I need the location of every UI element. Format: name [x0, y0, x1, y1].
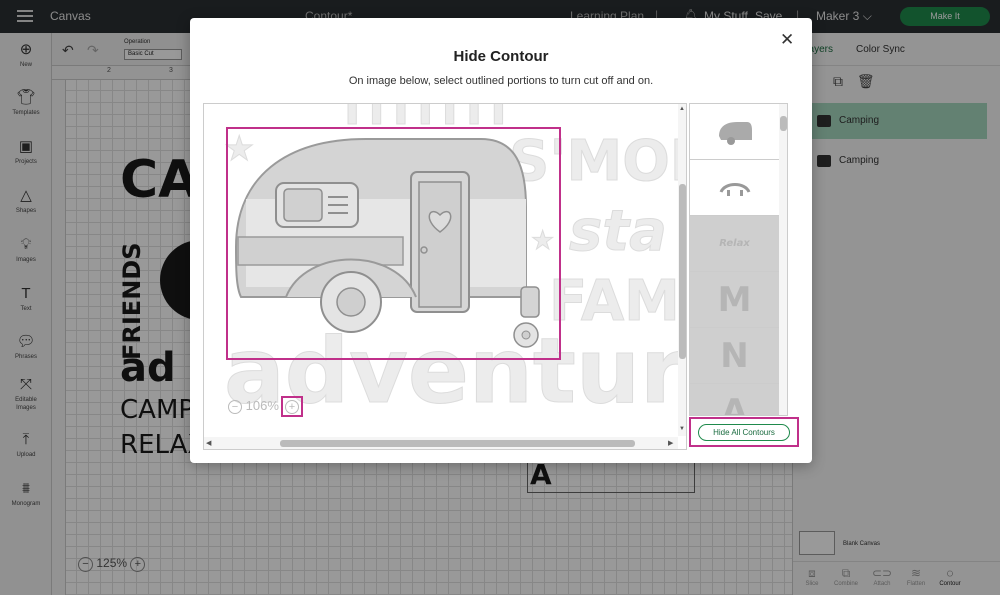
scroll-left-icon[interactable]: ◀ [206, 439, 211, 447]
preview-vertical-scrollbar[interactable]: ▲ ▼ [678, 104, 686, 436]
contour-preview[interactable]: S'MOR sta FAMI adventure ★ ★ IIIIIII [203, 103, 687, 450]
contour-thumbnail[interactable] [690, 104, 779, 160]
scroll-thumb[interactable] [280, 440, 635, 447]
wheel-icon [719, 183, 750, 196]
zoom-in-button[interactable]: + [281, 396, 303, 417]
contour-thumbnail[interactable]: N [690, 328, 779, 384]
scroll-thumb[interactable] [679, 184, 686, 359]
scroll-thumb[interactable] [780, 116, 787, 131]
selected-contour-outline[interactable] [226, 127, 561, 360]
zoom-out-icon[interactable]: − [228, 400, 242, 414]
dialog-subtitle: On image below, select outlined portions… [348, 75, 654, 87]
contour-thumbnail-list: Relax M N A [689, 103, 788, 416]
thumbnail-scrollbar[interactable] [779, 104, 787, 415]
dialog-title: Hide Contour [453, 48, 549, 65]
hide-all-contours-button[interactable]: Hide All Contours [698, 424, 790, 441]
scroll-up-icon[interactable]: ▲ [679, 106, 685, 112]
preview-zoom-level: 106% [245, 398, 279, 413]
scroll-right-icon[interactable]: ▶ [668, 439, 673, 447]
contour-thumbnail[interactable] [690, 160, 779, 216]
contour-thumbnail[interactable]: M [690, 272, 779, 328]
camper-icon [718, 122, 752, 145]
hide-all-contours-highlight: Hide All Contours [689, 417, 799, 447]
contour-thumbnail[interactable]: A [690, 384, 779, 415]
close-icon[interactable]: ✕ [780, 30, 794, 50]
hide-contour-dialog: Hide Contour On image below, select outl… [190, 18, 812, 463]
preview-artwork: sta [569, 199, 668, 265]
contour-thumbnail[interactable]: Relax [690, 216, 779, 272]
scroll-down-icon[interactable]: ▼ [679, 426, 685, 432]
preview-zoom-control: − 106% [228, 398, 279, 414]
zoom-in-icon: + [285, 400, 299, 414]
preview-horizontal-scrollbar[interactable]: ◀ ▶ [204, 437, 678, 449]
